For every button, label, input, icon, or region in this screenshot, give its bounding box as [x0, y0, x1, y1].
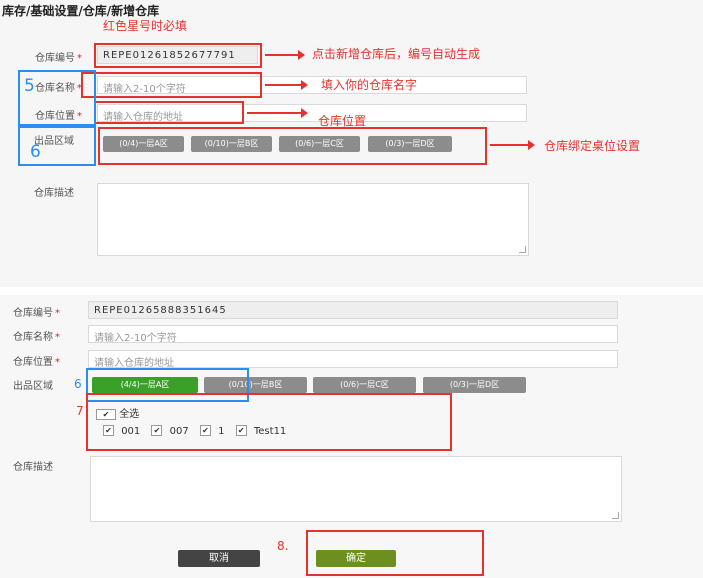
table-label-001: 001 — [121, 425, 141, 437]
code-hint-annotation: 点击新增仓库后，编号自动生成 — [312, 47, 481, 61]
step7-label: 7 — [76, 404, 84, 418]
table-label-1: 1 — [218, 425, 225, 437]
panel-divider — [0, 287, 703, 295]
location-label-2: 仓库位置 * — [13, 357, 60, 368]
zones-arrow — [490, 140, 535, 150]
code-label-1: 仓库编号 * — [35, 53, 82, 64]
select-all-checkbox[interactable]: ✔ — [96, 408, 116, 420]
select-all-label: 全选 — [119, 409, 140, 420]
resize-grip-icon[interactable] — [612, 512, 619, 519]
step8-label: 8. — [277, 539, 289, 553]
name-arrow — [265, 80, 308, 90]
step6-label-1: 6 — [30, 142, 41, 162]
zones-hint-annotation: 仓库绑定桌位设置 — [544, 139, 641, 153]
step6-label-2: 6 — [74, 377, 82, 391]
table-checkbox-list: ✔ 001 ✔ 007 ✔ 1 ✔ Test11 — [103, 425, 286, 437]
desc-label-1: 仓库描述 — [34, 188, 74, 199]
location-arrow — [247, 108, 308, 118]
desc-label-2: 仓库描述 — [13, 462, 53, 473]
desc-textarea-2[interactable] — [90, 456, 622, 522]
step5-label: 5 — [24, 76, 35, 96]
table-checkbox-001[interactable]: ✔ — [103, 425, 114, 436]
table-label-007: 007 — [169, 425, 189, 437]
zone-button-c-2[interactable]: (0/6)一层C区 — [313, 377, 416, 393]
code-highlight-box — [94, 43, 262, 68]
code-arrow — [265, 50, 305, 60]
table-checkbox-test11[interactable]: ✔ — [235, 425, 247, 436]
code-label-2: 仓库编号 * — [13, 308, 60, 319]
zones-highlight-box — [98, 127, 487, 165]
name-input-2[interactable]: 请输入2-10个字符 — [88, 325, 618, 343]
resize-grip-icon[interactable] — [519, 246, 526, 253]
zone-button-d-2[interactable]: (0/3)一层D区 — [423, 377, 526, 393]
table-label-test11: Test11 — [253, 425, 287, 437]
location-highlight-box — [94, 101, 244, 124]
cancel-button[interactable]: 取消 — [178, 550, 260, 567]
location-input-2[interactable]: 请输入仓库的地址 — [88, 350, 618, 368]
required-hint-annotation: 红色星号时必填 — [103, 19, 188, 33]
desc-textarea-1[interactable] — [97, 183, 529, 256]
name-hint-annotation: 填入你的仓库名字 — [321, 78, 418, 92]
table-checkbox-007[interactable]: ✔ — [151, 425, 163, 436]
code-field-2: REPE01265888351645 — [88, 301, 618, 319]
select-all-row[interactable]: ✔ 全选 — [96, 405, 139, 420]
table-checkbox-1[interactable]: ✔ — [199, 425, 211, 436]
tables-highlight-box — [86, 393, 452, 451]
name-label-2: 仓库名称 * — [13, 332, 60, 343]
confirm-highlight-box — [306, 530, 484, 576]
zone-label-2: 出品区域 — [13, 381, 53, 392]
name-highlight-box — [81, 72, 262, 98]
